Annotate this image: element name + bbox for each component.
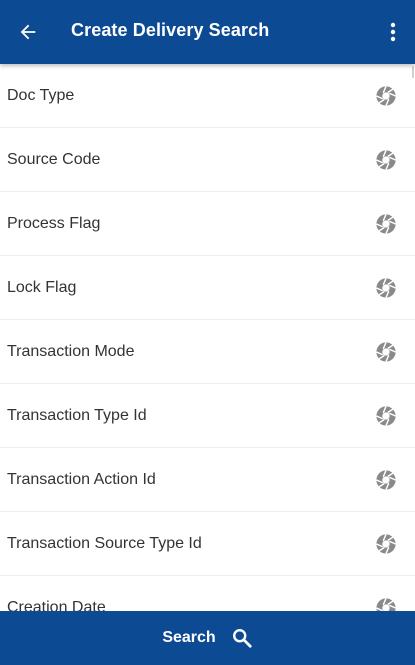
search-field-list[interactable]: Doc Type Source Code Process Flag Lock F… — [0, 64, 415, 611]
search-button-label: Search — [162, 629, 216, 646]
list-item-doc-type[interactable]: Doc Type — [0, 64, 415, 128]
list-item-creation-date[interactable]: Creation Date — [0, 576, 415, 611]
app-bar: Create Delivery Search — [0, 0, 415, 64]
list-item-label: Transaction Type Id — [7, 406, 147, 424]
back-button[interactable] — [8, 12, 48, 52]
list-item-label: Lock Flag — [7, 278, 77, 296]
aperture-icon[interactable] — [375, 533, 397, 555]
list-item-label: Creation Date — [7, 598, 106, 612]
list-item-label: Transaction Mode — [7, 342, 135, 360]
list-item-transaction-source-type-id[interactable]: Transaction Source Type Id — [0, 512, 415, 576]
scrollbar[interactable] — [412, 66, 414, 78]
more-vertical-icon — [390, 22, 396, 42]
list-item-transaction-action-id[interactable]: Transaction Action Id — [0, 448, 415, 512]
aperture-icon[interactable] — [375, 469, 397, 491]
aperture-icon[interactable] — [375, 85, 397, 107]
list-item-label: Transaction Action Id — [7, 470, 156, 488]
list-item-label: Transaction Source Type Id — [7, 534, 202, 552]
aperture-icon[interactable] — [375, 149, 397, 171]
list-item-source-code[interactable]: Source Code — [0, 128, 415, 192]
list-item-transaction-type-id[interactable]: Transaction Type Id — [0, 384, 415, 448]
page-title: Create Delivery Search — [71, 20, 270, 40]
app-screen: Create Delivery Search Doc Type Source C… — [0, 0, 415, 665]
aperture-icon[interactable] — [375, 597, 397, 611]
list-item-process-flag[interactable]: Process Flag — [0, 192, 415, 256]
search-button[interactable]: Search — [0, 611, 415, 665]
aperture-icon[interactable] — [375, 277, 397, 299]
arrow-left-icon — [20, 24, 36, 40]
aperture-icon[interactable] — [375, 341, 397, 363]
aperture-icon[interactable] — [375, 405, 397, 427]
list-item-lock-flag[interactable]: Lock Flag — [0, 256, 415, 320]
aperture-icon[interactable] — [375, 213, 397, 235]
more-menu-button[interactable] — [379, 12, 407, 52]
list-item-transaction-mode[interactable]: Transaction Mode — [0, 320, 415, 384]
list-item-label: Doc Type — [7, 86, 75, 104]
list-item-label: Source Code — [7, 150, 101, 168]
list-item-label: Process Flag — [7, 214, 101, 232]
search-icon — [231, 627, 253, 649]
